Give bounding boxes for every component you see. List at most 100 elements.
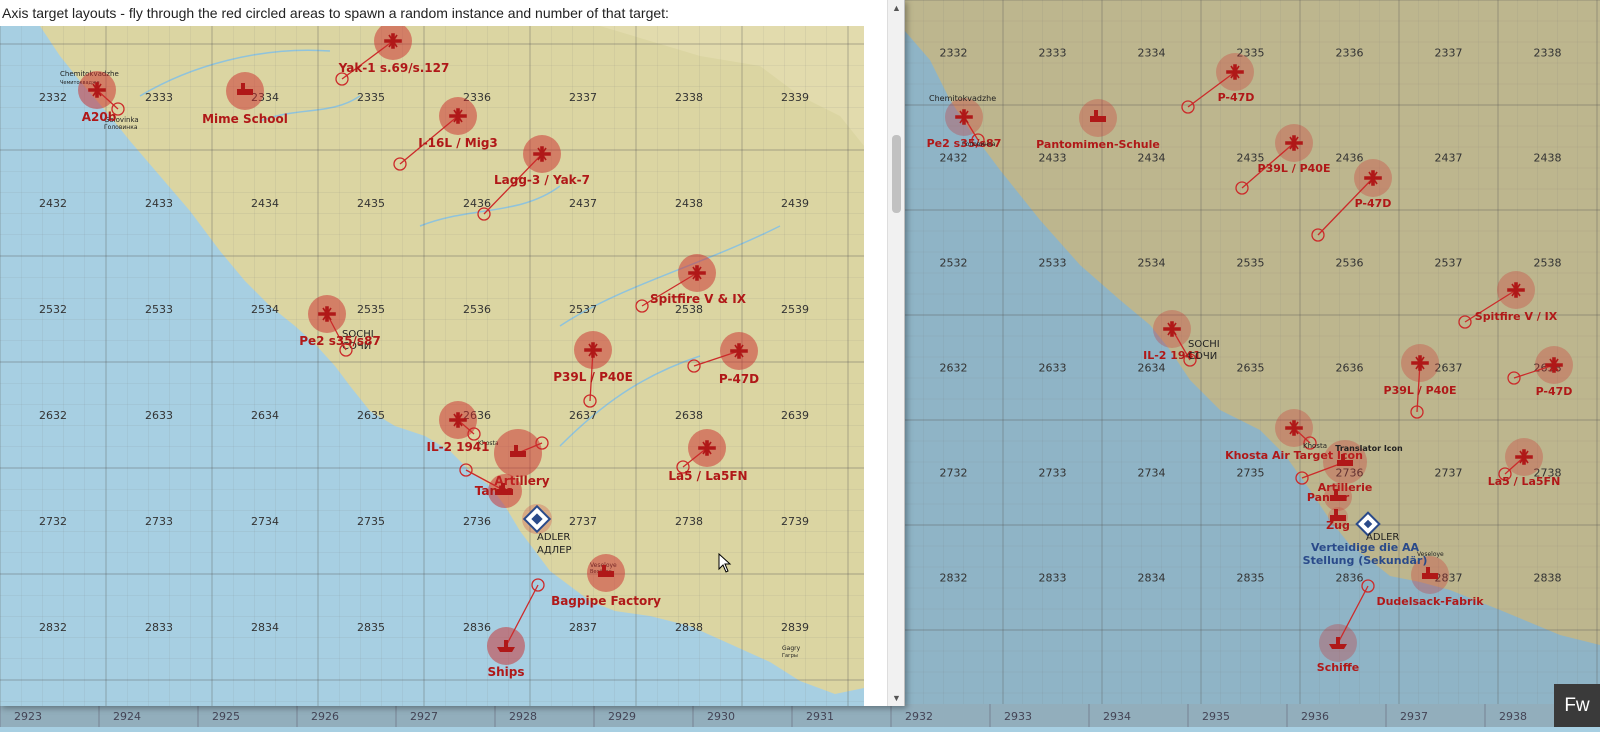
grid-square-label: 2833 <box>1039 572 1067 585</box>
strip-grid-label: 2925 <box>212 710 240 723</box>
grid-square-label: 2336 <box>1336 47 1364 60</box>
grid-square-label: 2733 <box>1039 467 1067 480</box>
grid-square-label: 2838 <box>675 621 703 634</box>
strip-grid-label: 2934 <box>1103 710 1131 723</box>
town-golovinka-sub: Головинка <box>104 124 138 131</box>
grid-square-label: 2535 <box>1237 257 1265 270</box>
grid-square-label: 2837 <box>569 621 597 634</box>
grid-square-label: 2439 <box>781 197 809 210</box>
grid-square-label: 2834 <box>1138 572 1166 585</box>
target-label: P-47D <box>719 372 759 386</box>
ground-target-icon <box>1094 110 1098 116</box>
grid-square-label: 2836 <box>1336 572 1364 585</box>
grid-square-label: 2434 <box>251 197 279 210</box>
grid-square-label: 2735 <box>1237 467 1265 480</box>
target-label: Pe2 s35/s87 <box>299 334 381 348</box>
town-adler: ADLER <box>537 532 570 543</box>
strip-grid-label: 2938 <box>1499 710 1527 723</box>
bottom-grid-strip: 2923 2924 2925 2926 2927 2928 2929 2930 2931 2932… <box>0 704 1600 727</box>
grid-square-label: 2433 <box>1039 152 1067 165</box>
adler-airfield-icon[interactable] <box>522 504 552 534</box>
target-label: Ships <box>487 665 524 679</box>
ground-target-icon <box>1426 567 1430 573</box>
target-label: Lagg-3 / Yak-7 <box>494 173 590 187</box>
strip-grid-label: 2927 <box>410 710 438 723</box>
target-label: I-16L / Mig3 <box>418 136 498 150</box>
grid-square-label: 2534 <box>1138 257 1166 270</box>
grid-square-label: 2536 <box>1336 257 1364 270</box>
target-label: P-47D <box>1355 197 1392 210</box>
grid-square-label: 2437 <box>569 197 597 210</box>
grid-square-label: 2736 <box>463 515 491 528</box>
bg-town-golovinka-sub: Головинка <box>962 141 996 148</box>
grid-square-label: 2735 <box>357 515 385 528</box>
bottom-grid-strip-svg: 2923 2924 2925 2926 2927 2928 2929 2930 2931 2932… <box>0 704 1527 727</box>
popup-scrollbar[interactable]: ▲ ▼ <box>887 0 904 706</box>
strip-grid-label: 2930 <box>707 710 735 723</box>
strip-grid-label: 2929 <box>608 710 636 723</box>
target-label: Dudelsack-Fabrik <box>1376 595 1484 608</box>
grid-square-label: 2732 <box>39 515 67 528</box>
strip-grid-label: 2931 <box>806 710 834 723</box>
grid-square-label: 2533 <box>145 303 173 316</box>
target-label: Spitfire V & IX <box>650 292 747 306</box>
grid-square-label: 2737 <box>569 515 597 528</box>
scroll-thumb[interactable] <box>892 135 901 213</box>
town-adler-sub: АДЛЕР <box>537 545 572 556</box>
grid-square-label: 2635 <box>1237 362 1265 375</box>
target-label: A20b <box>82 110 117 124</box>
grid-square-label: 2733 <box>145 515 173 528</box>
target-layout-popup[interactable]: Axis target layouts - fly through the re… <box>0 0 905 706</box>
grid-square-label: 2632 <box>39 409 67 422</box>
corner-label[interactable]: Fw <box>1554 684 1600 727</box>
axis-target-map[interactable]: 2332 2333 2334 2335 2336 2337 2338 23392432 2433… <box>0 26 864 706</box>
grid-square-label: 2738 <box>675 515 703 528</box>
scroll-down-arrow-icon[interactable]: ▼ <box>888 690 904 706</box>
grid-square-label: 2338 <box>675 91 703 104</box>
target-label: Schiffe <box>1317 661 1359 674</box>
grid-square-label: 2536 <box>463 303 491 316</box>
grid-square-label: 2534 <box>251 303 279 316</box>
grid-square-label: 2438 <box>675 197 703 210</box>
grid-square-label: 2835 <box>357 621 385 634</box>
target-label: P-47D <box>1218 91 1255 104</box>
target-label: Tanks <box>475 484 513 498</box>
ground-target-icon <box>1341 454 1345 460</box>
grid-square-label: 2435 <box>357 197 385 210</box>
strip-grid-label: 2933 <box>1004 710 1032 723</box>
grid-square-label: 2337 <box>1435 47 1463 60</box>
ground-target-icon <box>237 89 253 95</box>
strip-grid-label: 2937 <box>1400 710 1428 723</box>
target-label: Panzer <box>1307 491 1350 504</box>
strip-grid-label: 2928 <box>509 710 537 723</box>
ground-target-icon <box>514 445 518 451</box>
bg-town-adler: ADLER <box>1366 532 1399 543</box>
strip-grid-label: 2936 <box>1301 710 1329 723</box>
grid-square-label: 2333 <box>145 91 173 104</box>
grid-square-label: 2432 <box>39 197 67 210</box>
target-label: Spitfire V / IX <box>1475 310 1558 323</box>
grid-square-label: 2535 <box>357 303 385 316</box>
grid-square-label: 2734 <box>251 515 279 528</box>
scroll-up-arrow-icon[interactable]: ▲ <box>888 0 904 16</box>
ground-target-icon <box>1090 116 1106 122</box>
grid-square-label: 2537 <box>569 303 597 316</box>
grid-square-label: 2838 <box>1534 572 1562 585</box>
grid-square-label: 2433 <box>145 197 173 210</box>
strip-grid-label: 2924 <box>113 710 141 723</box>
ground-target-icon <box>510 451 526 457</box>
grid-square-label: 2438 <box>1534 152 1562 165</box>
grid-square-label: 2335 <box>357 91 385 104</box>
target-label: Mime School <box>202 112 288 126</box>
ground-target-icon <box>1422 573 1438 579</box>
popup-header: Axis target layouts - fly through the re… <box>0 0 882 26</box>
grid-square-label: 2734 <box>1138 467 1166 480</box>
bg-town-khosta: Khosta <box>1303 442 1327 450</box>
bg-town-sochi-sub: СОЧИ <box>1188 351 1217 362</box>
target-label: Bagpipe Factory <box>551 594 661 608</box>
grid-square-label: 2634 <box>1138 362 1166 375</box>
grid-square-label: 2639 <box>781 409 809 422</box>
grid-square-label: 2635 <box>357 409 385 422</box>
grid-square-label: 2339 <box>781 91 809 104</box>
grid-square-label: 2834 <box>251 621 279 634</box>
